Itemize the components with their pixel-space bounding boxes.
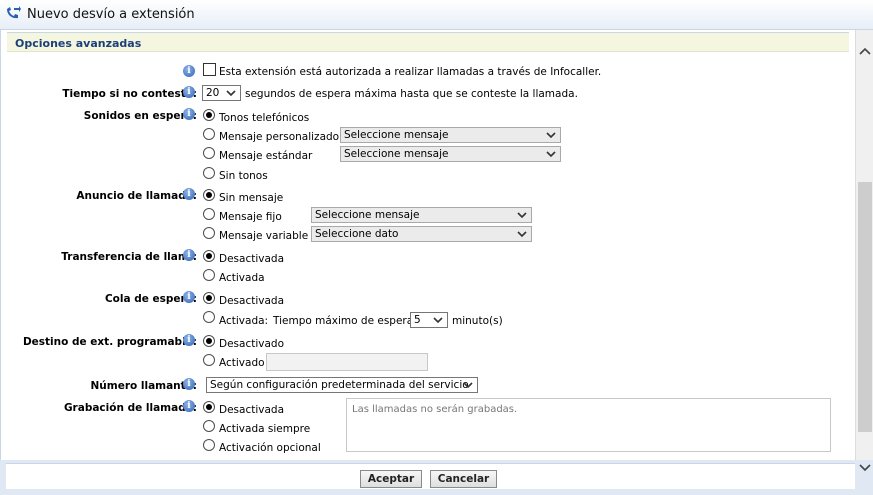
- hold-custom-select[interactable]: Seleccione mensaje: [340, 127, 561, 143]
- transfer-option-label: Desactivada: [219, 253, 285, 265]
- announcement-option-label: Mensaje fijo: [219, 211, 282, 223]
- info-icon[interactable]: i: [183, 378, 195, 390]
- announcement-variable-radio[interactable]: [203, 227, 215, 239]
- hold-option-label: Tonos telefónicos: [219, 112, 310, 124]
- hold-custom-radio[interactable]: [203, 128, 215, 140]
- transfer-label: Transferencia de llam.:: [61, 251, 197, 263]
- hold-sounds-label: Sonidos en espera:: [83, 110, 197, 122]
- announcement-variable-select[interactable]: Seleccione dato: [311, 226, 532, 242]
- scroll-up-icon[interactable]: [859, 46, 871, 58]
- transfer-on-radio[interactable]: [203, 269, 215, 281]
- section-header: Opciones avanzadas: [7, 32, 849, 52]
- announcement-fixed-select[interactable]: Seleccione mensaje: [311, 207, 532, 223]
- info-icon[interactable]: i: [183, 400, 195, 412]
- recording-option-label: Activada siempre: [219, 423, 311, 435]
- programmable-option-label: Activado: [219, 357, 265, 369]
- transfer-off-radio[interactable]: [203, 250, 215, 262]
- scrollbar-thumb[interactable]: [858, 182, 872, 432]
- info-icon[interactable]: i: [183, 188, 195, 200]
- info-icon[interactable]: i: [183, 291, 195, 303]
- caller-number-select[interactable]: Según configuración predeterminada del s…: [206, 377, 478, 393]
- chevron-down-icon: [546, 151, 556, 158]
- hold-option-label: Mensaje estándar: [219, 150, 313, 162]
- chevron-down-icon: [517, 212, 527, 219]
- hold-standard-radio[interactable]: [203, 147, 215, 159]
- info-icon[interactable]: i: [183, 108, 195, 120]
- queue-option-label: Activada:: [219, 315, 269, 327]
- transfer-option-label: Activada: [219, 272, 265, 284]
- vertical-scrollbar[interactable]: [855, 30, 873, 472]
- hold-none-radio[interactable]: [203, 167, 215, 179]
- programmable-label: Destino de ext. programable:: [22, 336, 197, 348]
- recording-label: Grabación de llamada:: [63, 402, 197, 414]
- caller-number-label: Número llamante:: [90, 380, 198, 392]
- recording-optional-radio[interactable]: [203, 439, 215, 451]
- infocaller-label: Esta extensión está autorizada a realiza…: [219, 66, 602, 78]
- chevron-down-icon: [463, 382, 473, 389]
- window-title: Nuevo desvío a extensión: [27, 7, 195, 22]
- chevron-down-icon: [546, 132, 556, 139]
- info-icon[interactable]: i: [183, 65, 195, 77]
- programmable-on-radio[interactable]: [203, 354, 215, 366]
- hold-option-label: Sin tonos: [219, 170, 268, 182]
- chevron-down-icon: [433, 317, 443, 324]
- queue-max-wait-select[interactable]: 5: [410, 312, 448, 328]
- announcement-option-label: Mensaje variable: [219, 230, 309, 242]
- no-answer-suffix: segundos de espera máxima hasta que se c…: [245, 88, 578, 100]
- chevron-down-icon: [226, 90, 236, 97]
- hold-standard-select[interactable]: Seleccione mensaje: [340, 146, 561, 162]
- info-icon[interactable]: i: [183, 249, 195, 261]
- announcement-none-radio[interactable]: [203, 189, 215, 201]
- cancel-button[interactable]: Cancelar: [430, 470, 497, 488]
- call-forward-icon: [7, 6, 21, 19]
- queue-on-radio[interactable]: [203, 311, 215, 323]
- programmable-destination-input[interactable]: [266, 353, 428, 371]
- announcement-label: Anuncio de llamada:: [76, 190, 197, 202]
- infocaller-checkbox[interactable]: [203, 63, 216, 76]
- programmable-option-label: Desactivado: [219, 338, 284, 350]
- programmable-off-radio[interactable]: [203, 335, 215, 347]
- hold-tones-radio[interactable]: [203, 109, 215, 121]
- window-titlebar: Nuevo desvío a extensión: [0, 0, 873, 30]
- recording-always-radio[interactable]: [203, 420, 215, 432]
- info-icon[interactable]: i: [183, 334, 195, 346]
- accept-button[interactable]: Aceptar: [360, 470, 422, 488]
- queue-unit: minuto(s): [452, 315, 503, 327]
- no-answer-select[interactable]: 20: [202, 85, 241, 101]
- no-answer-label: Tiempo si no contesta:: [62, 88, 197, 100]
- announcement-option-label: Sin mensaje: [219, 192, 284, 204]
- recording-note: Las llamadas no serán grabadas.: [346, 398, 831, 452]
- queue-option-label: Desactivada: [219, 295, 285, 307]
- section-title: Opciones avanzadas: [15, 37, 142, 50]
- queue-off-radio[interactable]: [203, 292, 215, 304]
- scroll-down-icon[interactable]: [859, 461, 871, 473]
- hold-option-label: Mensaje personalizado: [219, 131, 340, 143]
- announcement-fixed-radio[interactable]: [203, 208, 215, 220]
- chevron-down-icon: [517, 231, 527, 238]
- queue-max-wait-label: Tiempo máximo de espera: [273, 315, 414, 327]
- recording-off-radio[interactable]: [203, 401, 215, 413]
- info-icon[interactable]: i: [183, 86, 195, 98]
- recording-option-label: Activación opcional: [219, 442, 321, 454]
- recording-option-label: Desactivada: [219, 404, 285, 416]
